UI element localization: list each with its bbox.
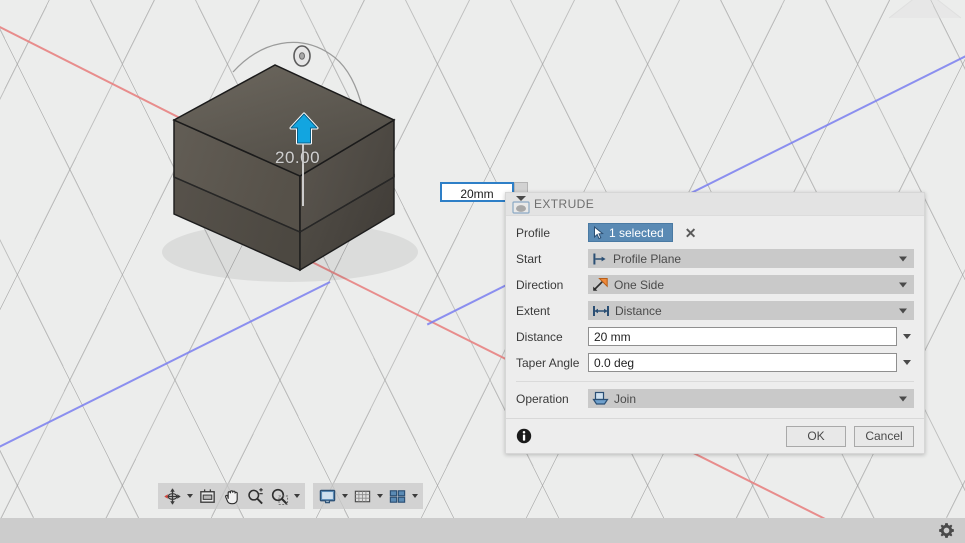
dialog-body: Profile 1 selected ✕ Start Profile Plane… xyxy=(506,216,924,418)
taper-angle-chevron-down-icon[interactable] xyxy=(899,353,914,372)
operation-dropdown[interactable]: Join xyxy=(588,389,914,408)
status-bar xyxy=(0,518,965,543)
label-taper-angle: Taper Angle xyxy=(516,355,580,370)
distance-input[interactable]: 20 mm xyxy=(588,327,897,346)
distance-chevron-down-icon[interactable] xyxy=(899,327,914,346)
cancel-button[interactable]: Cancel xyxy=(854,425,914,447)
fit-dropdown-caret[interactable] xyxy=(292,484,302,508)
operation-chevron-down-icon[interactable] xyxy=(899,396,907,401)
operation-value: Join xyxy=(614,391,637,406)
direction-dropdown[interactable]: One Side xyxy=(588,275,914,294)
look-at-icon[interactable] xyxy=(196,484,219,508)
label-operation: Operation xyxy=(516,391,569,406)
orbit-icon[interactable] xyxy=(161,484,184,508)
direction-chevron-down-icon[interactable] xyxy=(899,282,907,287)
zoom-icon[interactable] xyxy=(244,484,267,508)
row-direction[interactable]: Direction One Side xyxy=(516,274,914,295)
join-operation-icon xyxy=(592,391,609,405)
display-settings-icon[interactable] xyxy=(316,484,339,508)
orbit-dropdown-caret[interactable] xyxy=(185,484,195,508)
extrude-dialog[interactable]: EXTRUDE Profile 1 selected ✕ Start Profi… xyxy=(505,192,925,454)
grid-snap-dropdown-caret[interactable] xyxy=(375,484,385,508)
one-side-direction-icon xyxy=(593,278,608,291)
distance-extent-icon xyxy=(593,305,609,316)
info-icon[interactable] xyxy=(516,428,532,444)
up-arrow-manipulator-icon[interactable] xyxy=(288,112,320,146)
start-chevron-down-icon[interactable] xyxy=(899,256,907,261)
row-profile[interactable]: Profile 1 selected ✕ xyxy=(516,222,914,243)
navigation-toolbar[interactable] xyxy=(158,483,423,509)
manipulator-dimension-label: 20.00 xyxy=(275,148,321,167)
nav-group-navigation xyxy=(158,483,305,509)
grid-snap-icon[interactable] xyxy=(351,484,374,508)
label-distance: Distance xyxy=(516,329,563,344)
gear-icon[interactable] xyxy=(938,522,955,539)
direction-value: One Side xyxy=(614,277,665,292)
row-start[interactable]: Start Profile Plane xyxy=(516,248,914,269)
extent-dropdown[interactable]: Distance xyxy=(588,301,914,320)
extent-chevron-down-icon[interactable] xyxy=(899,308,907,313)
start-dropdown[interactable]: Profile Plane xyxy=(588,249,914,268)
nav-group-display xyxy=(313,483,423,509)
inline-distance-input[interactable]: 20mm xyxy=(440,182,514,202)
viewports-dropdown-caret[interactable] xyxy=(410,484,420,508)
label-start: Start xyxy=(516,251,542,266)
pan-icon[interactable] xyxy=(220,484,243,508)
ok-button[interactable]: OK xyxy=(786,425,846,447)
dialog-footer: OK Cancel xyxy=(506,418,924,453)
zoom-window-icon[interactable] xyxy=(268,484,291,508)
profile-plane-icon xyxy=(593,253,606,264)
viewports-icon[interactable] xyxy=(386,484,409,508)
label-profile: Profile xyxy=(516,225,551,240)
dialog-divider xyxy=(516,381,914,382)
row-distance[interactable]: Distance 20 mm xyxy=(516,326,914,347)
label-extent: Extent xyxy=(516,303,551,318)
extent-value: Distance xyxy=(615,303,662,318)
fusion-application-window: 20.00 20mm EXTRUDE Profile 1 selected ✕ … xyxy=(0,0,965,543)
dialog-header[interactable]: EXTRUDE xyxy=(506,193,924,216)
display-settings-dropdown-caret[interactable] xyxy=(340,484,350,508)
pin-dropdown-icon[interactable] xyxy=(512,194,530,214)
row-extent[interactable]: Extent Distance xyxy=(516,300,914,321)
label-direction: Direction xyxy=(516,277,564,292)
profile-selection-button[interactable]: 1 selected xyxy=(588,223,673,242)
dialog-title: EXTRUDE xyxy=(534,197,595,211)
row-operation[interactable]: Operation Join xyxy=(516,388,914,409)
row-taper-angle[interactable]: Taper Angle 0.0 deg xyxy=(516,352,914,373)
profile-selection-label: 1 selected xyxy=(609,225,664,240)
taper-angle-input[interactable]: 0.0 deg xyxy=(588,353,897,372)
clear-selection-icon[interactable]: ✕ xyxy=(685,226,697,240)
start-value: Profile Plane xyxy=(613,251,682,266)
cursor-arrow-icon xyxy=(594,225,604,239)
